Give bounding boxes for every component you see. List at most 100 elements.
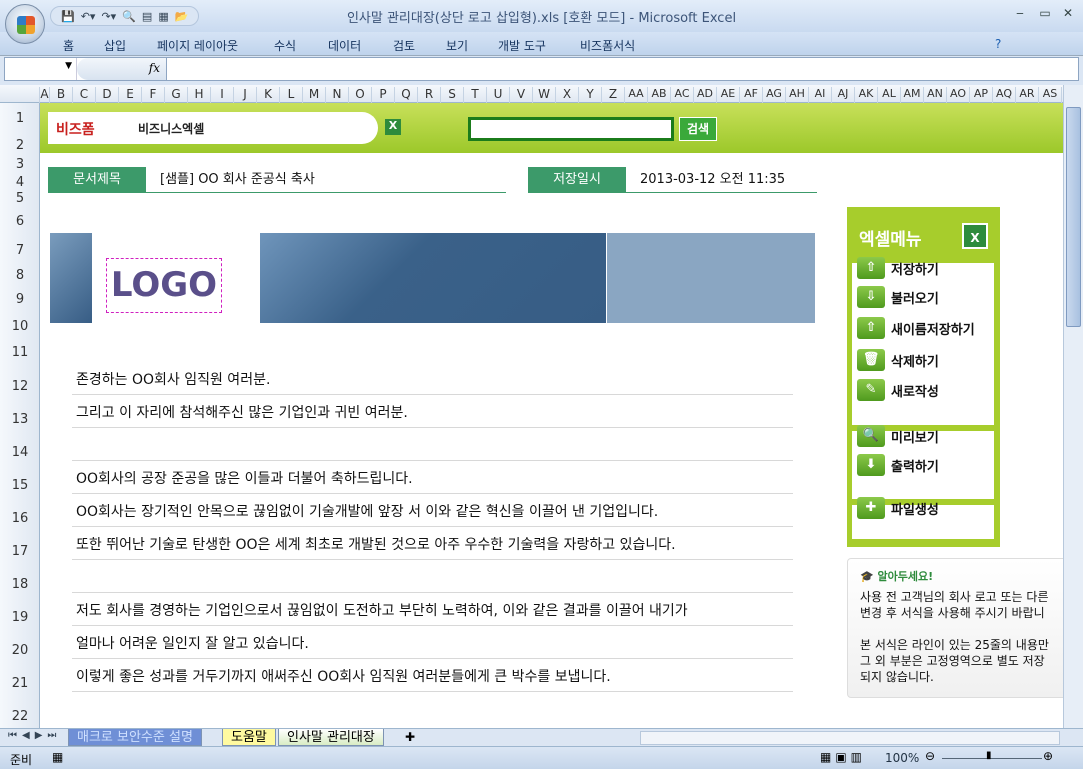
tab-insert[interactable]: 삽입 bbox=[104, 37, 126, 54]
letter-line[interactable]: 또한 뛰어난 기술로 탄생한 OO은 세계 최초로 개발된 것으로 아주 우수한… bbox=[72, 527, 793, 560]
menu-item[interactable]: ⇧ 저장하기 bbox=[857, 255, 939, 281]
table-icon[interactable]: ▤ bbox=[142, 10, 152, 23]
fx-button[interactable]: fx bbox=[77, 58, 167, 80]
column-header[interactable]: X bbox=[556, 87, 579, 103]
column-header[interactable]: R bbox=[418, 87, 441, 103]
minimize-button[interactable]: ‒ bbox=[1010, 6, 1030, 22]
row-header[interactable]: 19 bbox=[0, 610, 40, 625]
letter-line[interactable]: OO회사의 공장 준공을 많은 이들과 더불어 축하드립니다. bbox=[72, 461, 793, 494]
search-input[interactable] bbox=[468, 117, 674, 141]
row-header[interactable]: 5 bbox=[0, 191, 40, 206]
letter-line[interactable]: 이렇게 좋은 성과를 거두기까지 애써주신 OO회사 임직원 여러분들에게 큰 … bbox=[72, 659, 793, 692]
column-header[interactable]: AF bbox=[740, 87, 763, 103]
tab-home[interactable]: 홈 bbox=[63, 37, 74, 54]
open-icon[interactable]: 📂 bbox=[175, 10, 189, 23]
maximize-button[interactable]: ▭ bbox=[1035, 6, 1055, 22]
column-header[interactable]: T bbox=[464, 87, 487, 103]
letter-line[interactable] bbox=[72, 428, 793, 461]
row-header[interactable]: 13 bbox=[0, 412, 40, 427]
menu-item[interactable]: ⬇ 출력하기 bbox=[857, 452, 939, 478]
name-box[interactable]: ▼ bbox=[5, 58, 77, 80]
sheet-tab-active[interactable]: 인사말 관리대장 bbox=[278, 729, 384, 746]
row-header[interactable]: 6 bbox=[0, 214, 40, 229]
column-header[interactable]: AE bbox=[717, 87, 740, 103]
column-header[interactable]: L bbox=[280, 87, 303, 103]
column-header[interactable]: AB bbox=[648, 87, 671, 103]
office-button[interactable] bbox=[5, 4, 45, 44]
column-header[interactable]: K bbox=[257, 87, 280, 103]
view-mode-icons[interactable]: ▦▣▥ bbox=[820, 750, 866, 764]
sheet-nav-icon[interactable]: ⏮◀▶⏭ bbox=[8, 730, 61, 741]
column-header[interactable]: AS bbox=[1039, 87, 1062, 103]
column-header[interactable]: Z bbox=[602, 87, 625, 103]
column-header[interactable]: F bbox=[142, 87, 165, 103]
letter-line[interactable]: OO회사는 장기적인 안목으로 끊임없이 기술개발에 앞장 서 이와 같은 혁신… bbox=[72, 494, 793, 527]
column-header[interactable]: D bbox=[96, 87, 119, 103]
logo-placeholder[interactable]: LOGO bbox=[106, 258, 222, 313]
row-header[interactable]: 14 bbox=[0, 445, 40, 460]
zoom-in-icon[interactable]: ⊕ bbox=[1043, 749, 1053, 763]
vertical-scrollbar[interactable] bbox=[1063, 85, 1083, 728]
column-header[interactable]: AG bbox=[763, 87, 786, 103]
menu-item[interactable]: 🗑 삭제하기 bbox=[857, 347, 939, 373]
help-icon[interactable]: ? bbox=[995, 37, 1001, 51]
column-header[interactable]: A bbox=[40, 87, 50, 103]
redo-icon[interactable]: ↷▾ bbox=[101, 10, 116, 23]
tab-page-layout[interactable]: 페이지 레이아웃 bbox=[157, 37, 238, 54]
close-button[interactable]: ✕ bbox=[1058, 6, 1078, 22]
doc-title-value[interactable]: [샘플] OO 회사 준공식 축사 bbox=[146, 167, 506, 193]
row-header[interactable]: 16 bbox=[0, 511, 40, 526]
zoom-slider-thumb[interactable]: ▮ bbox=[986, 750, 992, 761]
column-header[interactable]: W bbox=[533, 87, 556, 103]
menu-item[interactable]: ✎ 새로작성 bbox=[857, 377, 939, 403]
column-header[interactable]: AN bbox=[924, 87, 947, 103]
select-all[interactable] bbox=[0, 87, 40, 103]
print-preview-icon[interactable]: 🔍 bbox=[122, 10, 136, 23]
letter-line[interactable] bbox=[72, 560, 793, 593]
column-header[interactable]: J bbox=[234, 87, 257, 103]
column-header[interactable]: AO bbox=[947, 87, 970, 103]
column-header[interactable]: AM bbox=[901, 87, 924, 103]
tab-formulas[interactable]: 수식 bbox=[274, 37, 296, 54]
column-header[interactable]: AJ bbox=[832, 87, 855, 103]
column-header[interactable]: E bbox=[119, 87, 142, 103]
zoom-level[interactable]: 100% bbox=[885, 751, 919, 765]
column-header[interactable]: B bbox=[50, 87, 73, 103]
grid-icon[interactable]: ▦ bbox=[158, 10, 168, 23]
column-header[interactable]: Q bbox=[395, 87, 418, 103]
column-header[interactable]: AK bbox=[855, 87, 878, 103]
column-header[interactable]: AC bbox=[671, 87, 694, 103]
letter-line[interactable]: 존경하는 OO회사 임직원 여러분. bbox=[72, 362, 793, 395]
column-header[interactable]: G bbox=[165, 87, 188, 103]
row-header[interactable]: 11 bbox=[0, 345, 40, 360]
menu-item[interactable]: ⇧ 새이름저장하기 bbox=[857, 315, 975, 341]
tab-review[interactable]: 검토 bbox=[393, 37, 415, 54]
row-header[interactable]: 8 bbox=[0, 268, 40, 283]
menu-item[interactable]: ⇩ 불러오기 bbox=[857, 284, 939, 310]
zoom-out-icon[interactable]: ⊖ bbox=[925, 749, 935, 763]
column-header[interactable]: AI bbox=[809, 87, 832, 103]
row-header[interactable]: 3 bbox=[0, 157, 40, 172]
column-header[interactable]: H bbox=[188, 87, 211, 103]
letter-line[interactable]: 그리고 이 자리에 참석해주신 많은 기업인과 귀빈 여러분. bbox=[72, 395, 793, 428]
search-button[interactable]: 검색 bbox=[679, 117, 717, 141]
worksheet[interactable]: 비즈폼 비즈니스엑셀 엑셀데이터 서식 X 검색 문서제목 [샘플] OO 회사… bbox=[40, 103, 1063, 728]
column-header[interactable]: AP bbox=[970, 87, 993, 103]
row-header[interactable]: 9 bbox=[0, 292, 40, 307]
column-header[interactable]: P bbox=[372, 87, 395, 103]
column-header[interactable]: AR bbox=[1016, 87, 1039, 103]
column-header[interactable]: AQ bbox=[993, 87, 1016, 103]
column-header[interactable]: O bbox=[349, 87, 372, 103]
row-header[interactable]: 4 bbox=[0, 175, 40, 190]
menu-item[interactable]: 🔍 미리보기 bbox=[857, 423, 939, 449]
column-header[interactable]: AD bbox=[694, 87, 717, 103]
letter-line[interactable]: 얼마나 어려운 일인지 잘 알고 있습니다. bbox=[72, 626, 793, 659]
row-header[interactable]: 18 bbox=[0, 577, 40, 592]
column-header[interactable]: V bbox=[510, 87, 533, 103]
undo-icon[interactable]: ↶▾ bbox=[81, 10, 96, 23]
column-header[interactable]: Y bbox=[579, 87, 602, 103]
column-header[interactable]: S bbox=[441, 87, 464, 103]
row-header[interactable]: 22 bbox=[0, 709, 40, 724]
sheet-tab-macro[interactable]: 매크로 보안수준 설명 bbox=[68, 729, 202, 746]
column-header[interactable]: I bbox=[211, 87, 234, 103]
